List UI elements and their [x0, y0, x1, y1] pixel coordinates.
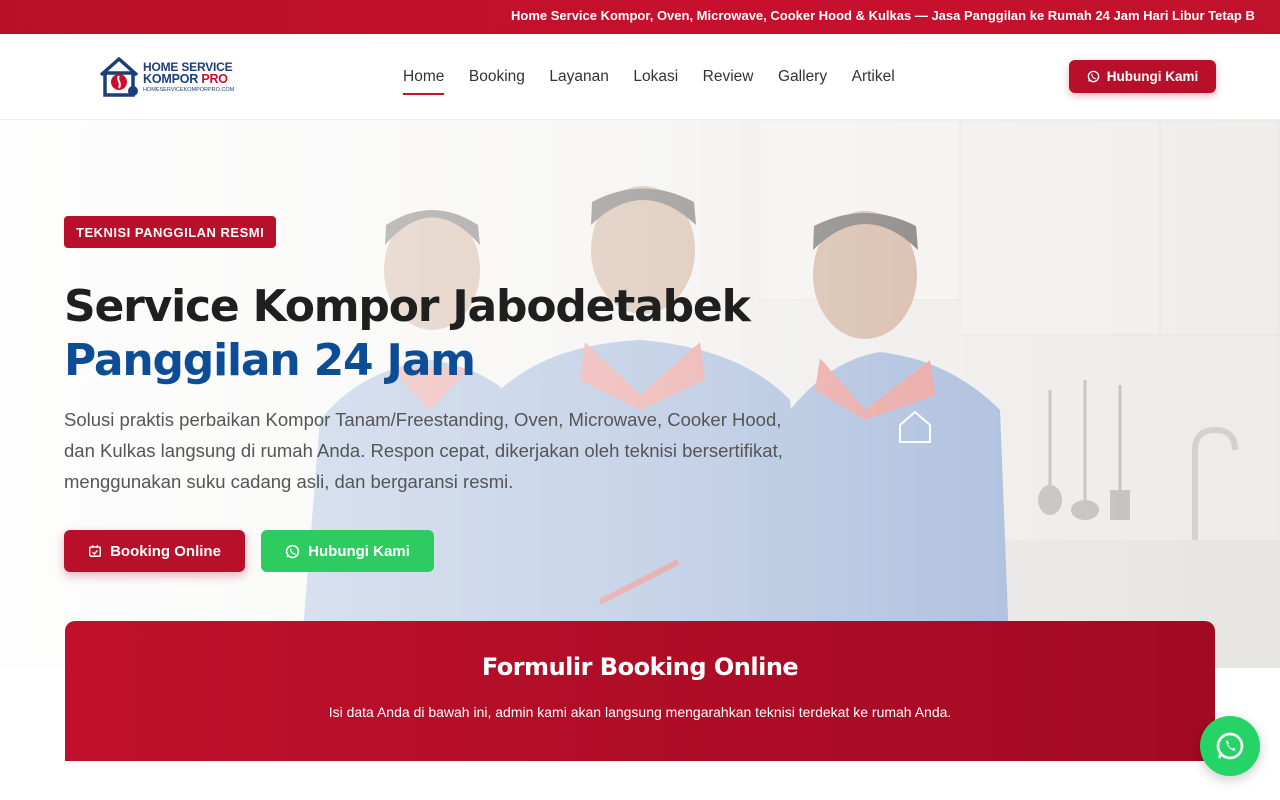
nav-item-layanan[interactable]: Layanan — [549, 68, 608, 86]
top-announcement-bar: Home Service Kompor, Oven, Microwave, Co… — [0, 0, 1280, 34]
logo-text-kompor: KOMPOR — [143, 72, 202, 86]
site-logo[interactable]: HOME SERVICE KOMPOR PRO HOMESERVICEKOMPO… — [97, 55, 247, 99]
hubungi-kami-hero-label: Hubungi Kami — [308, 542, 410, 560]
navbar: HOME SERVICE KOMPOR PRO HOMESERVICEKOMPO… — [0, 34, 1280, 120]
hubungi-kami-hero-button[interactable]: Hubungi Kami — [261, 530, 434, 572]
logo-text-pro: PRO — [201, 72, 228, 86]
hero-overlay — [0, 120, 1280, 668]
hubungi-kami-header-button[interactable]: Hubungi Kami — [1069, 60, 1216, 93]
hero-title: Service Kompor Jabodetabek Panggilan 24 … — [64, 280, 751, 388]
booking-form-body — [65, 761, 1215, 800]
hero-title-line1: Service Kompor Jabodetabek — [64, 281, 751, 332]
hero-section: TEKNISI PANGGILAN RESMI Service Kompor J… — [0, 120, 1280, 668]
main-nav: Home Booking Layanan Lokasi Review Galle… — [403, 68, 919, 95]
hero-badge: TEKNISI PANGGILAN RESMI — [64, 216, 277, 248]
hero-title-line2: Panggilan 24 Jam — [64, 335, 476, 386]
nav-item-gallery[interactable]: Gallery — [778, 68, 827, 86]
whatsapp-icon — [1216, 732, 1244, 760]
booking-form-subtitle: Isi data Anda di bawah ini, admin kami a… — [328, 704, 952, 720]
booking-form-title: Formulir Booking Online — [481, 653, 799, 681]
calendar-check-icon — [89, 545, 102, 557]
house-wrench-logo-icon — [99, 57, 139, 97]
nav-item-booking[interactable]: Booking — [469, 68, 525, 86]
logo-text-line2: KOMPOR PRO — [143, 72, 228, 86]
booking-online-label: Booking Online — [110, 542, 221, 560]
logo-domain-text: HOMESERVICEKOMPORPRO.COM — [143, 87, 235, 93]
booking-online-button[interactable]: Booking Online — [64, 530, 245, 572]
hero-description: Solusi praktis perbaikan Kompor Tanam/Fr… — [64, 409, 783, 492]
hubungi-kami-header-label: Hubungi Kami — [1106, 69, 1199, 84]
booking-form-card: Formulir Booking Online Isi data Anda di… — [65, 621, 1215, 800]
nav-item-artikel[interactable]: Artikel — [852, 68, 895, 86]
whatsapp-float-button[interactable] — [1200, 716, 1260, 776]
announcement-text: Home Service Kompor, Oven, Microwave, Co… — [511, 8, 1255, 23]
nav-item-home[interactable]: Home — [403, 68, 445, 95]
whatsapp-icon — [285, 544, 300, 558]
whatsapp-icon — [1087, 70, 1100, 83]
nav-item-lokasi[interactable]: Lokasi — [633, 68, 678, 86]
nav-item-review[interactable]: Review — [703, 68, 754, 86]
